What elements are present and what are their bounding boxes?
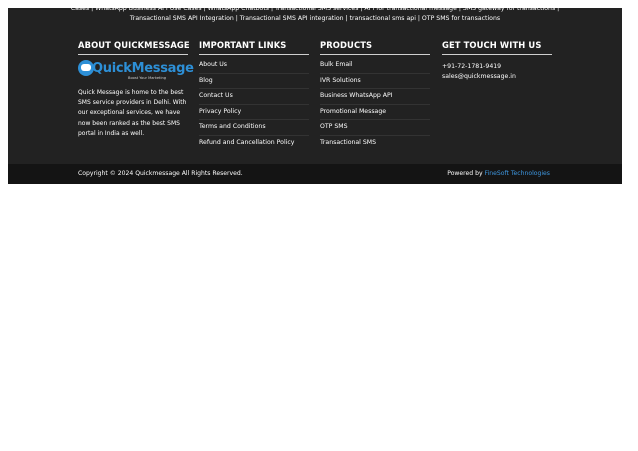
logo-wordmark: QuickMessage [92, 61, 194, 76]
keyword-links-line-1[interactable]: Cases | WhatsApp Business API Use Cases … [8, 4, 622, 14]
product-business-whatsapp-api[interactable]: Business WhatsApp API [320, 89, 430, 105]
products-column: PRODUCTS Bulk Email IVR Solutions Busine… [320, 40, 430, 151]
contact-phone[interactable]: +91-72-1781-9419 [442, 62, 552, 72]
finesoft-link[interactable]: FineSoft Technologies [485, 170, 550, 177]
about-description: Quick Message is home to the best SMS se… [78, 89, 187, 137]
about-heading: ABOUT QUICKMESSAGE [78, 40, 190, 55]
products-heading: PRODUCTS [320, 40, 430, 55]
link-about-us[interactable]: About Us [199, 58, 309, 74]
product-transactional-sms[interactable]: Transactional SMS [320, 136, 430, 151]
contact-email[interactable]: sales@quickmessage.in [442, 72, 552, 82]
footer-bottom-bar: Copyright © 2024 Quickmessage All Rights… [8, 164, 622, 184]
link-privacy-policy[interactable]: Privacy Policy [199, 105, 309, 121]
powered-by-prefix: Powered by [447, 170, 485, 177]
link-contact-us[interactable]: Contact Us [199, 89, 309, 105]
keyword-links-line-2[interactable]: Transactional SMS API Integration | Tran… [8, 14, 622, 24]
powered-by: Powered by FineSoft Technologies [447, 170, 550, 177]
site-footer: Cases | WhatsApp Business API Use Cases … [8, 5, 622, 184]
link-refund-policy[interactable]: Refund and Cancellation Policy [199, 136, 309, 151]
product-otp-sms[interactable]: OTP SMS [320, 120, 430, 136]
about-column: ABOUT QUICKMESSAGE QuickMessage Boost Yo… [78, 40, 194, 139]
important-links-heading: IMPORTANT LINKS [199, 40, 309, 55]
quickmessage-logo[interactable]: QuickMessage Boost Your Marketing [78, 60, 194, 84]
get-in-touch-heading: GET TOUCH WITH US [442, 40, 552, 55]
link-blog[interactable]: Blog [199, 74, 309, 90]
product-bulk-email[interactable]: Bulk Email [320, 58, 430, 74]
get-in-touch-column: GET TOUCH WITH US +91-72-1781-9419 sales… [442, 40, 552, 82]
important-links-column: IMPORTANT LINKS About Us Blog Contact Us… [199, 40, 309, 151]
logo-tagline: Boost Your Marketing [128, 76, 167, 80]
copyright-text: Copyright © 2024 Quickmessage All Rights… [78, 170, 243, 177]
link-terms-and-conditions[interactable]: Terms and Conditions [199, 120, 309, 136]
product-promotional-message[interactable]: Promotional Message [320, 105, 430, 121]
product-ivr-solutions[interactable]: IVR Solutions [320, 74, 430, 90]
